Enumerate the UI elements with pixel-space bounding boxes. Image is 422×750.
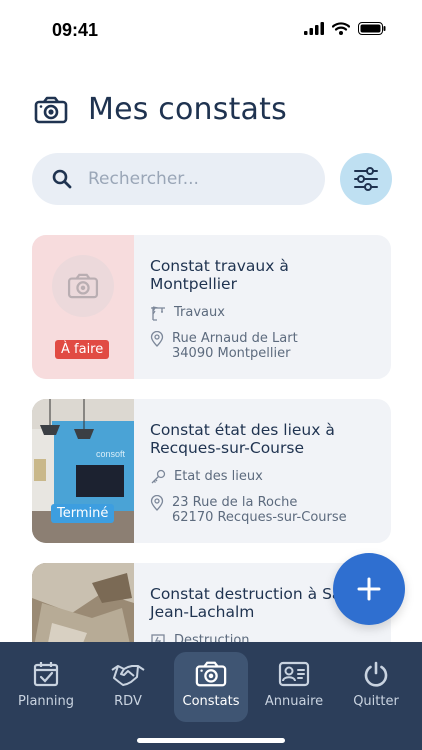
handshake-icon <box>111 665 145 686</box>
nav-label: Annuaire <box>264 694 324 709</box>
page-title: Mes constats <box>88 92 287 127</box>
status-icons <box>304 22 386 35</box>
nav-item-annuaire[interactable]: Annuaire <box>257 652 331 722</box>
nav-item-planning[interactable]: Planning <box>9 652 83 722</box>
card-title: Constat travaux à Montpellier <box>150 257 289 293</box>
camera-icon <box>195 661 227 687</box>
address-line-1: Rue Arnaud de Lart <box>172 331 298 346</box>
card-title: Constat état des lieux à Recques-sur-Cou… <box>150 421 335 457</box>
location-pin-icon <box>150 331 164 347</box>
address-row: Rue Arnaud de Lart 34090 Montpellier <box>150 331 379 361</box>
key-icon <box>151 469 166 484</box>
nav-item-constats[interactable]: Constats <box>174 652 248 722</box>
home-indicator <box>137 738 285 743</box>
camera-icon <box>67 273 99 299</box>
svg-text:consoft: consoft <box>96 449 126 459</box>
contact-card-icon <box>278 661 310 687</box>
category-row: Travaux <box>150 305 379 321</box>
battery-icon <box>358 22 386 35</box>
card-thumbnail-photo: consoft Terminé <box>32 399 134 543</box>
status-bar: 09:41 <box>0 0 422 60</box>
filter-button[interactable] <box>340 153 392 205</box>
nav-label: RDV <box>114 694 142 709</box>
address-line-2: 62170 Recques-sur-Course <box>172 510 347 525</box>
address-row: 23 Rue de la Roche 62170 Recques-sur-Cou… <box>150 495 379 525</box>
plus-icon <box>357 577 381 601</box>
nav-item-rdv[interactable]: RDV <box>91 652 165 722</box>
signal-icon <box>304 22 324 35</box>
search-input[interactable] <box>88 169 308 189</box>
card-address: Rue Arnaud de Lart 34090 Montpellier <box>172 331 298 361</box>
sliders-icon <box>354 167 378 191</box>
category-row: Etat des lieux <box>150 469 379 485</box>
address-line-2: 34090 Montpellier <box>172 346 291 361</box>
constat-card[interactable]: consoft Terminé Constat état des lieux à… <box>32 399 391 543</box>
add-constat-button[interactable] <box>333 553 405 625</box>
status-time: 09:41 <box>52 20 99 40</box>
search-bar[interactable] <box>32 153 325 205</box>
nav-label: Constats <box>182 694 240 709</box>
nav-item-quitter[interactable]: Quitter <box>339 652 413 722</box>
card-category: Etat des lieux <box>174 469 263 484</box>
crane-icon <box>151 306 165 321</box>
wifi-icon <box>332 22 350 35</box>
address-line-1: 23 Rue de la Roche <box>172 495 298 510</box>
card-category: Travaux <box>174 305 225 320</box>
status-badge: Terminé <box>51 504 115 523</box>
camera-icon <box>34 96 68 123</box>
search-icon <box>52 169 72 189</box>
constat-card[interactable]: À faire Constat travaux à Montpellier Tr… <box>32 235 391 379</box>
bottom-nav: Planning RDV Constats Annuaire Quitter <box>0 642 422 750</box>
power-icon <box>364 661 388 687</box>
card-body: Constat travaux à Montpellier Travaux Ru… <box>150 257 379 361</box>
placeholder-circle <box>52 255 114 317</box>
page-header: Mes constats <box>34 92 287 127</box>
nav-label: Planning <box>18 694 74 709</box>
card-body: Constat état des lieux à Recques-sur-Cou… <box>150 421 379 525</box>
card-thumbnail-placeholder: À faire <box>32 235 134 379</box>
card-address: 23 Rue de la Roche 62170 Recques-sur-Cou… <box>172 495 347 525</box>
location-pin-icon <box>150 495 164 511</box>
calendar-check-icon <box>33 662 59 687</box>
nav-label: Quitter <box>353 694 399 709</box>
status-badge: À faire <box>55 340 110 359</box>
